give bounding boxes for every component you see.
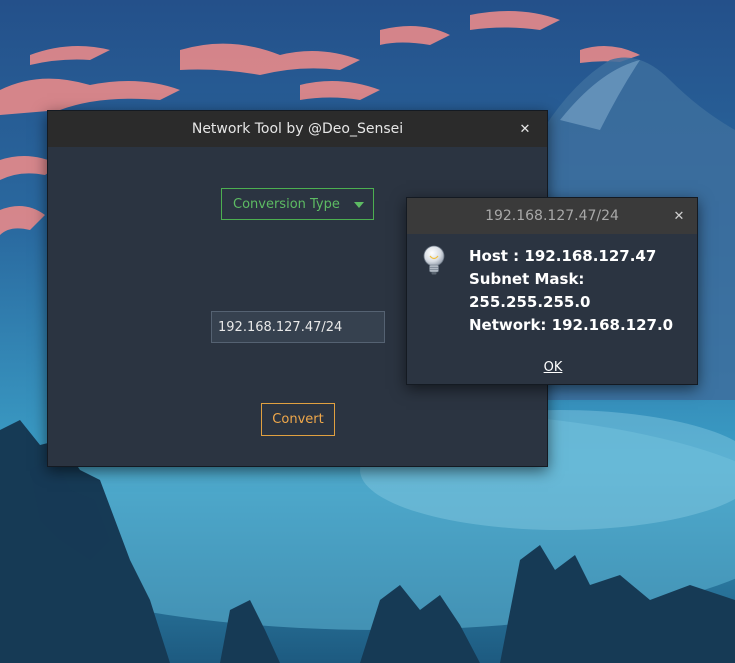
close-icon[interactable]: ✕ [515,119,535,139]
network-line: Network: 192.168.127.0 [469,316,674,334]
result-message: Host : 192.168.127.47 Subnet Mask: 255.2… [469,245,697,337]
ip-address-input[interactable] [211,311,385,343]
dropdown-selected-label: Conversion Type [233,196,340,212]
window-title: Network Tool by @Deo_Sensei [191,121,404,137]
close-icon[interactable]: ✕ [669,206,689,226]
dialog-titlebar[interactable]: 192.168.127.47/24 ✕ [407,198,697,234]
convert-button[interactable]: Convert [261,403,335,436]
dialog-title: 192.168.127.47/24 [485,208,619,224]
conversion-type-dropdown[interactable]: Conversion Type [221,188,374,220]
subnet-mask-line: Subnet Mask: 255.255.255.0 [469,270,591,311]
host-line: Host : 192.168.127.47 [469,247,657,265]
lightbulb-icon [423,245,445,275]
dropdown-arrow-icon [354,202,364,208]
result-dialog: 192.168.127.47/24 ✕ Host : 192.168.127.4… [406,197,698,385]
main-titlebar[interactable]: Network Tool by @Deo_Sensei ✕ [48,111,547,147]
ok-label: OK [543,359,563,375]
ok-button[interactable]: OK [533,357,573,377]
